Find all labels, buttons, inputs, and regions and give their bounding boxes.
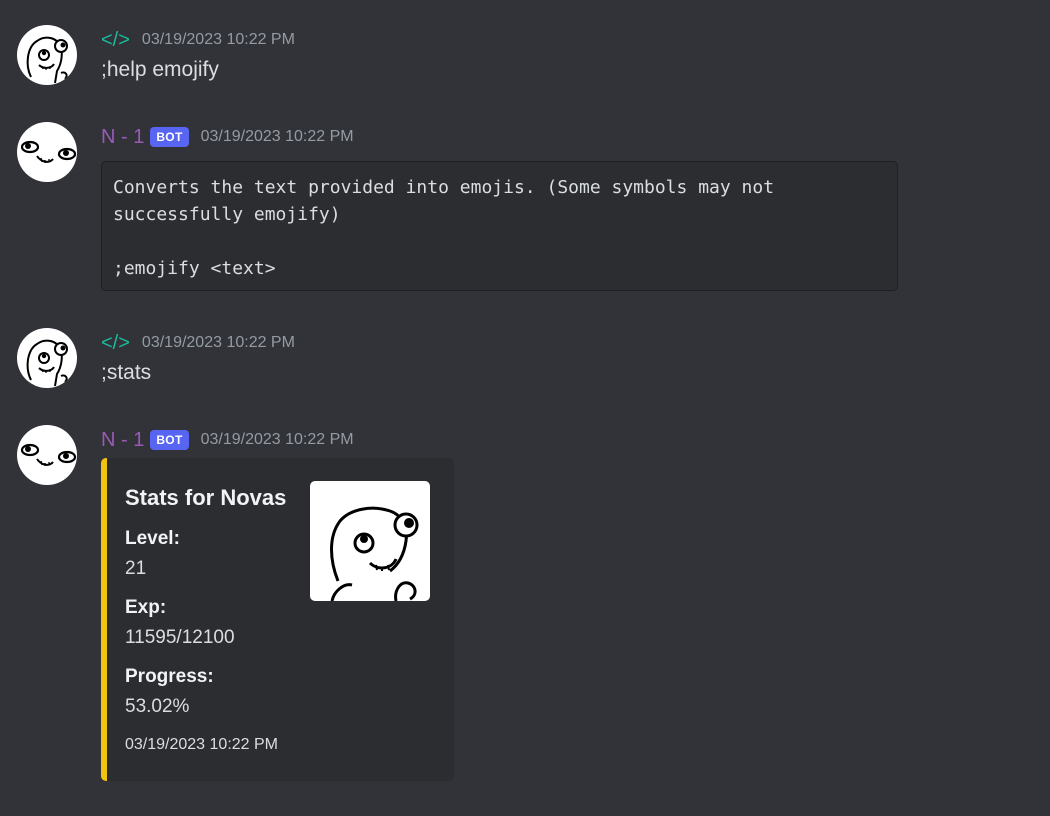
message-header: </> 03/19/2023 10:22 PM bbox=[101, 25, 295, 55]
field-name-exp: Exp: bbox=[125, 597, 167, 618]
bot-avatar[interactable] bbox=[17, 425, 77, 485]
username[interactable]: </> bbox=[101, 25, 130, 55]
bot-badge: BOT bbox=[150, 127, 189, 147]
username[interactable]: N - 1 bbox=[101, 425, 144, 455]
field-name-progress: Progress: bbox=[125, 666, 214, 687]
message-header: N - 1 BOT 03/19/2023 10:22 PM bbox=[101, 425, 354, 455]
code-block: Converts the text provided into emojis. … bbox=[101, 161, 898, 291]
timestamp: 03/19/2023 10:22 PM bbox=[200, 128, 354, 145]
field-value-progress: 53.02% bbox=[125, 696, 190, 717]
username[interactable]: </> bbox=[101, 328, 130, 358]
field-value-exp: 11595/12100 bbox=[125, 627, 235, 648]
smirk-face-avatar-icon bbox=[20, 140, 77, 163]
cartoon-face-avatar-icon bbox=[26, 36, 68, 84]
smirk-face-avatar-icon bbox=[20, 443, 77, 466]
message-header: </> 03/19/2023 10:22 PM bbox=[101, 328, 295, 358]
message-text: ;help emojify bbox=[101, 58, 219, 81]
embed-footer-timestamp: 03/19/2023 10:22 PM bbox=[125, 736, 279, 753]
cartoon-face-avatar-icon bbox=[26, 339, 68, 387]
message-header: N - 1 BOT 03/19/2023 10:22 PM bbox=[101, 122, 354, 152]
timestamp: 03/19/2023 10:22 PM bbox=[141, 334, 295, 351]
embed-thumbnail[interactable] bbox=[310, 481, 430, 601]
user-avatar[interactable] bbox=[17, 25, 77, 85]
cartoon-character-thumbnail-icon bbox=[330, 506, 419, 601]
stats-embed: Stats for Novas Level: 21 Exp: 11595/121… bbox=[101, 458, 454, 781]
timestamp: 03/19/2023 10:22 PM bbox=[141, 31, 295, 48]
user-avatar[interactable] bbox=[17, 328, 77, 388]
message-text: ;stats bbox=[101, 361, 152, 384]
field-value-level: 21 bbox=[125, 558, 147, 579]
embed-title: Stats for Novas bbox=[125, 485, 287, 510]
bot-avatar[interactable] bbox=[17, 122, 77, 182]
username[interactable]: N - 1 bbox=[101, 122, 144, 152]
timestamp: 03/19/2023 10:22 PM bbox=[200, 431, 354, 448]
field-name-level: Level: bbox=[125, 528, 180, 549]
bot-badge: BOT bbox=[150, 430, 189, 450]
